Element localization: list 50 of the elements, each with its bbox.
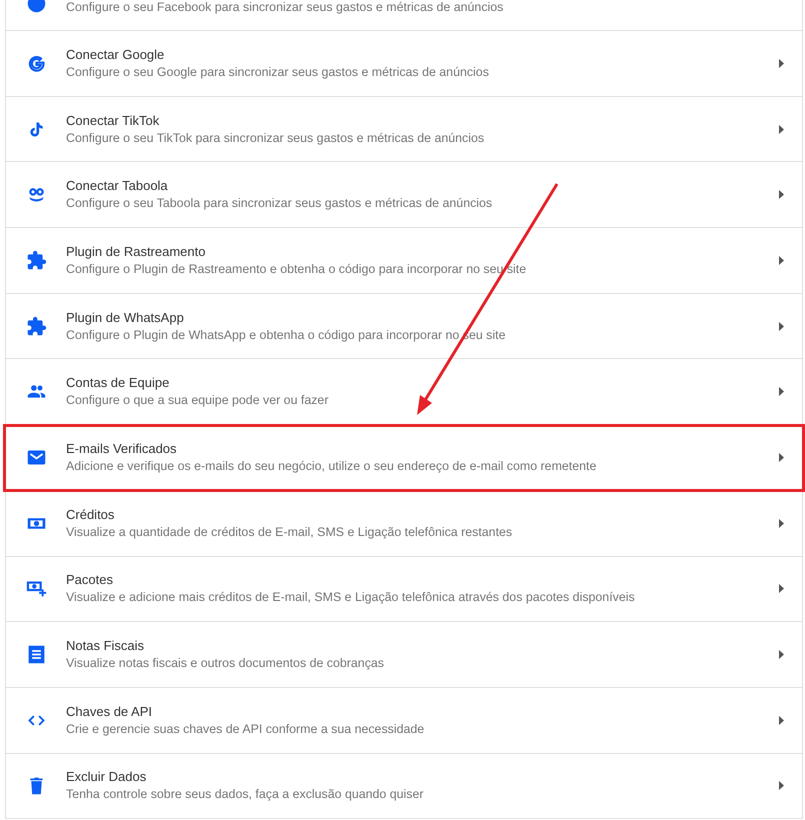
receipt-icon [26,644,46,666]
caret-icon [779,322,785,331]
settings-row[interactable]: Plugin de Rastreamento Configure o Plugin de Rastreamento e obtenha o código para incorporar no seu site [6,228,802,294]
caret-icon [779,124,785,134]
caret-icon [779,716,785,725]
caret-icon [779,190,785,200]
caret-icon [779,781,785,790]
row-title: Chaves de API [66,702,153,721]
settings-row[interactable]: Notas Fiscais Visualize notas fiscais e outros documentos de cobranças [6,622,802,688]
settings-row[interactable]: Conectar Taboola Configure o seu Taboola para sincronizar seus gastos e métricas de anúncios [6,162,802,228]
row-description: Adicione e verifique os e-mails do seu negócio, utilize o seu endereço de e-mail como remetente [66,458,598,475]
row-title: Excluir Dados [66,768,148,786]
row-description: Configure o seu Taboola para sincronizar seus gastos e métricas de anúncios [66,195,494,212]
settings-row[interactable]: Créditos Visualize a quantidade de créditos de E-mail, SMS e Ligação telefônica restantes [6,490,802,556]
row-description: Visualize a quantidade de créditos de E-mail, SMS e Ligação telefônica restantes [66,524,514,541]
row-title: Plugin de Rastreamento [66,242,206,261]
row-description: Configure o seu Facebook para sincronizar seus gastos e métricas de anúncios [66,0,504,16]
row-title: Plugin de WhatsApp [66,308,185,327]
row-description: Visualize notas fiscais e outros documentos de cobranças [66,655,385,672]
row-title: Créditos [66,506,116,524]
row-description: Visualize e adicione mais créditos de E-mail, SMS e Ligação telefônica através dos pacotes disponíveis [66,589,636,606]
caret-icon [779,387,785,396]
row-title: Conectar TikTok [66,112,160,130]
settings-row[interactable]: Configure o seu Facebook para sincronizar seus gastos e métricas de anúncios [6,0,802,31]
row-title: Conectar Google [66,46,166,64]
row-description: Configure o seu Google para sincronizar seus gastos e métricas de anúncios [66,64,490,81]
puzzle-icon [26,316,46,337]
row-title: Conectar Taboola [66,177,169,196]
caret-icon [779,58,785,68]
row-description: Configure o que a sua equipe pode ver ou fazer [66,392,330,410]
caret-icon [779,518,785,528]
settings-row[interactable]: Chaves de API Crie e gerencie suas chaves de API conforme a sua necessidade [6,688,802,754]
row-title: Contas de Equipe [66,374,170,392]
row-title: Notas Fiscais [66,637,146,656]
row-description: Crie e gerencie suas chaves de API conforme a sua necessidade [66,720,426,738]
settings-row[interactable]: E-mails Verificados Adicione e verifique os e-mails do seu negócio, utilize o seu endereço de e-mail como remetente [4,425,804,491]
row-title: Pacotes [66,571,114,590]
row-description: Configure o Plugin de Rastreamento e obtenha o código para incorporar no seu site [66,260,528,278]
caret-icon [779,584,785,594]
settings-row[interactable]: Pacotes Visualize e adicione mais créditos de E-mail, SMS e Ligação telefônica através dos pacotes disponíveis [6,556,802,622]
row-description: Tenha controle sobre seus dados, faça a exclusão quando quiser [66,786,425,804]
puzzle-icon [26,250,46,271]
row-description: Configure o seu TikTok para sincronizar seus gastos e métricas de anúncios [66,130,486,147]
caret-icon [779,452,785,462]
row-title: E-mails Verificados [66,440,178,458]
settings-row[interactable]: Excluir Dados Tenha controle sobre seus dados, faça a exclusão quando quiser [6,754,802,820]
caret-icon [779,650,785,660]
settings-row[interactable]: Conectar TikTok Configure o seu TikTok para sincronizar seus gastos e métricas de anúncios [6,96,802,162]
settings-row[interactable]: Conectar Google Configure o seu Google para sincronizar seus gastos e métricas de anúncios [6,31,802,97]
caret-icon [779,256,785,265]
